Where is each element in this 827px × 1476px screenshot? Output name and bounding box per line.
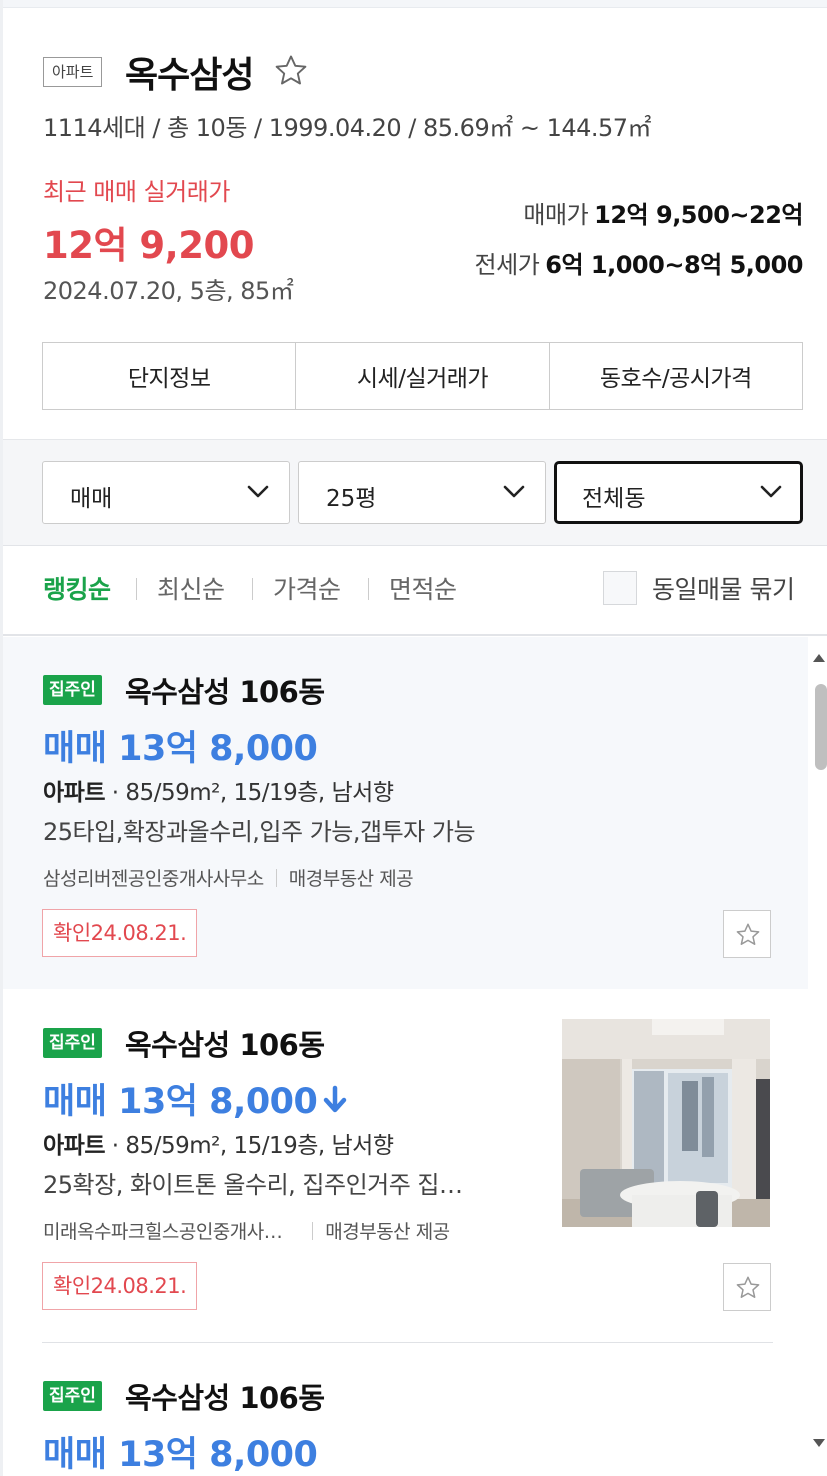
listing-kind: 아파트 xyxy=(43,780,105,806)
trade-type-value: 매매 xyxy=(70,486,113,512)
sort-divider xyxy=(252,578,253,600)
scrollbar[interactable] xyxy=(808,650,827,1465)
listing-spec: 아파트 · 85/59m², 15/19층, 남서향 xyxy=(43,773,394,807)
size-value: 25평 xyxy=(326,486,377,512)
sort-ranking[interactable]: 랭킹순 xyxy=(43,570,111,606)
scroll-thumb[interactable] xyxy=(815,684,827,770)
jeonse-range-value: 6억 1,000~8억 5,000 xyxy=(545,251,803,279)
complex-tabs: 단지정보 시세/실거래가 동호수/공시가격 xyxy=(42,342,803,410)
tab-complex-info[interactable]: 단지정보 xyxy=(43,343,297,409)
star-icon xyxy=(736,1276,760,1298)
sort-area[interactable]: 면적순 xyxy=(389,570,457,606)
recent-trade-price: 12억 9,200 xyxy=(43,224,254,267)
recent-trade-detail: 2024.07.20, 5층, 85㎡ xyxy=(43,277,294,305)
complex-header: 아파트 옥수삼성 1114세대 / 총 10동 / 1999.04.20 / 8… xyxy=(0,8,827,440)
star-icon xyxy=(736,923,760,945)
listing-agent: 삼성리버젠공인중개사사무소 매경부동산 제공 xyxy=(43,864,414,891)
jeonse-price-range: 전세가 6억 1,000~8억 5,000 xyxy=(474,245,804,280)
confirm-date-badge: 확인24.08.21. xyxy=(42,1262,198,1310)
complex-meta: 1114세대 / 총 10동 / 1999.04.20 / 85.69㎡ ~ 1… xyxy=(43,114,652,142)
same-listing-checkbox[interactable] xyxy=(603,571,637,605)
listing-title[interactable]: 옥수삼성 106동 xyxy=(125,1022,325,1064)
listing-description: 25타입,확장과올수리,입주 가능,갭투자 가능 xyxy=(43,818,476,846)
confirm-date-badge: 확인24.08.21. xyxy=(42,909,198,957)
room-photo-image xyxy=(562,1019,770,1227)
owner-badge: 집주인 xyxy=(43,1381,102,1411)
agent-name[interactable]: 삼성리버젠공인중개사사무소 xyxy=(43,864,264,891)
sale-range-label: 매매가 xyxy=(523,201,589,229)
chevron-down-icon xyxy=(503,485,525,498)
listing-description: 25확장, 화이트톤 올수리, 집주인거주 집… xyxy=(43,1171,463,1199)
price-down-arrow-icon xyxy=(324,1085,347,1113)
jeonse-range-label: 전세가 xyxy=(474,251,540,279)
spec-dot: · xyxy=(104,1133,126,1159)
sort-price[interactable]: 가격순 xyxy=(273,570,341,606)
favorite-star-icon[interactable] xyxy=(272,52,310,90)
agent-name[interactable]: 미래옥수파크힐스공인중개사… xyxy=(43,1217,283,1244)
listing-title[interactable]: 옥수삼성 106동 xyxy=(125,669,325,711)
chevron-down-icon xyxy=(247,485,269,498)
listing-title[interactable]: 옥수삼성 106동 xyxy=(125,1375,325,1417)
agent-divider xyxy=(312,1221,314,1240)
listing-favorite-button[interactable] xyxy=(723,1263,771,1311)
sale-range-value: 12억 9,500~22억 xyxy=(594,201,803,229)
listing-spec: 아파트 · 85/59m², 15/19층, 남서향 xyxy=(43,1126,394,1160)
listing-item[interactable]: 집주인 옥수삼성 106동 매매 13억 8,000 xyxy=(0,1343,808,1476)
property-type-badge: 아파트 xyxy=(43,57,103,87)
listing-kind: 아파트 xyxy=(43,1133,105,1159)
chevron-down-icon xyxy=(760,485,782,498)
listing-spec-text: 85/59m², 15/19층, 남서향 xyxy=(125,780,394,806)
owner-badge: 집주인 xyxy=(43,1028,102,1058)
sort-bar: 랭킹순 최신순 가격순 면적순 동일매물 묶기 xyxy=(0,546,827,636)
recent-trade-label: 최근 매매 실거래가 xyxy=(43,178,230,206)
building-value: 전체동 xyxy=(582,486,646,512)
owner-badge: 집주인 xyxy=(43,675,102,705)
sale-price-range: 매매가 12억 9,500~22억 xyxy=(523,195,803,230)
scroll-down-arrow-icon[interactable] xyxy=(813,1439,825,1447)
listing-price-text: 매매 13억 8,000 xyxy=(43,1082,318,1122)
sort-divider xyxy=(368,578,369,600)
tab-unit-price[interactable]: 동호수/공시가격 xyxy=(550,343,802,409)
complex-name: 옥수삼성 xyxy=(125,55,254,96)
sort-divider xyxy=(136,578,137,600)
same-listing-label[interactable]: 동일매물 묶기 xyxy=(652,570,795,606)
trade-type-select[interactable]: 매매 xyxy=(42,461,290,524)
listing-item[interactable]: 집주인 옥수삼성 106동 매매 13억 8,000 아파트 · 85/59m²… xyxy=(0,637,808,989)
listing-list: 집주인 옥수삼성 106동 매매 13억 8,000 아파트 · 85/59m²… xyxy=(0,637,827,1476)
scroll-up-arrow-icon[interactable] xyxy=(813,654,825,662)
left-edge xyxy=(0,0,3,1476)
sort-latest[interactable]: 최신순 xyxy=(157,570,225,606)
listing-price: 매매 13억 8,000 xyxy=(43,729,318,769)
agent-divider xyxy=(275,868,277,887)
listing-photo[interactable] xyxy=(562,1019,770,1227)
tab-market-price[interactable]: 시세/실거래가 xyxy=(296,343,550,409)
data-provider: 매경부동산 제공 xyxy=(325,1221,450,1243)
data-provider: 매경부동산 제공 xyxy=(288,868,414,890)
filter-bar: 매매 25평 전체동 xyxy=(0,440,827,546)
listing-price: 매매 13억 8,000 xyxy=(43,1073,349,1124)
size-select[interactable]: 25평 xyxy=(298,461,546,524)
listing-price: 매매 13억 8,000 xyxy=(43,1435,318,1475)
top-edge xyxy=(0,0,827,8)
spec-dot: · xyxy=(104,780,126,806)
listing-favorite-button[interactable] xyxy=(723,910,771,958)
building-select[interactable]: 전체동 xyxy=(554,461,803,524)
listing-spec-text: 85/59m², 15/19층, 남서향 xyxy=(125,1133,394,1159)
listing-agent: 미래옥수파크힐스공인중개사… 매경부동산 제공 xyxy=(43,1217,450,1244)
